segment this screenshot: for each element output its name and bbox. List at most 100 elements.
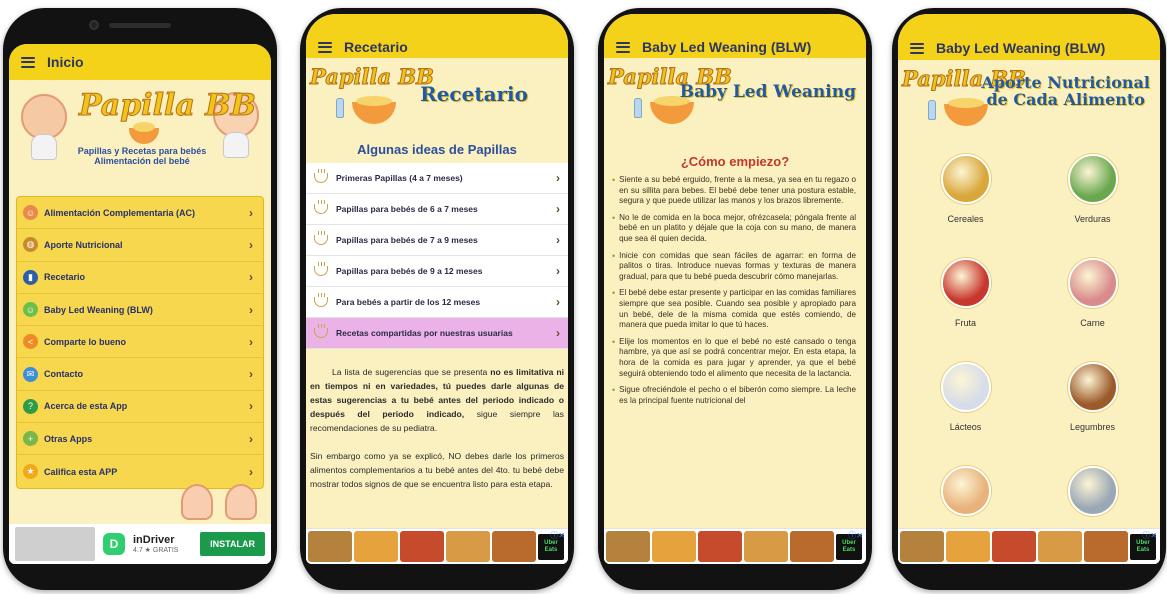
install-button[interactable]: INSTALAR (200, 532, 265, 556)
food-category-label: Carne (1080, 318, 1105, 328)
logo-banner: Papilla BB Recetario (306, 58, 568, 138)
page-title: Recetario (344, 39, 408, 55)
bowl-icon (314, 200, 328, 214)
menu-icon[interactable] (616, 41, 630, 53)
logo-banner: Papilla BB Baby Led Weaning (604, 58, 866, 140)
ad-close-icon[interactable]: ⓘ✕ (848, 530, 863, 541)
bullet-icon: • (612, 175, 616, 185)
recipe-category-item[interactable]: Papillas para bebés de 9 a 12 meses › (306, 256, 568, 287)
ad-app-name: inDriver (133, 534, 175, 546)
chevron-right-icon: › (556, 295, 560, 309)
bullet-icon: • (612, 288, 616, 299)
app-bar: Baby Led Weaning (BLW) (604, 36, 866, 58)
recipe-list: Primeras Papillas (4 a 7 meses) › Papillas… (306, 163, 568, 349)
ad-banner[interactable]: Uber Eats ⓘ✕ (898, 528, 1160, 564)
chevron-right-icon: › (249, 237, 253, 252)
food-category-label: Legumbres (1069, 422, 1116, 432)
speaker-grille (109, 23, 171, 28)
bottle-image (634, 98, 642, 118)
menu-item[interactable]: ☺ Alimentación Complementaria (AC) › (17, 197, 263, 230)
menu-item[interactable]: ◍ Aporte Nutricional › (17, 229, 263, 262)
menu-item-label: Acerca de esta App (44, 401, 128, 412)
bullet-icon: • (612, 212, 616, 223)
recetario-screen: Recetario Papilla BB Recetario Algunas i… (306, 14, 568, 564)
bullet-icon: • (612, 385, 616, 396)
recipe-category-item[interactable]: Recetas compartidas por nuestras usuaria… (306, 318, 568, 349)
fish-icon (1067, 466, 1118, 516)
chevron-right-icon: › (556, 202, 560, 216)
menu-item[interactable]: ★ Califica esta APP › (17, 455, 263, 487)
menu-item[interactable]: ▮ Recetario › (17, 262, 263, 294)
menu-item-label: Contacto (44, 369, 83, 380)
tagline-line-1: Papillas y Recetas para bebés (77, 146, 207, 156)
recipe-category-label: Papillas para bebés de 9 a 12 meses (336, 266, 483, 276)
phone-blw: Baby Led Weaning (BLW) Papilla BB Baby L… (598, 8, 872, 590)
ad-food-images (898, 529, 1130, 564)
help-icon: ? (23, 398, 38, 414)
menu-item[interactable]: ☺ Baby Led Weaning (BLW) › (17, 294, 263, 327)
instruction-text: El bebé debe estar presente y participar… (619, 288, 856, 330)
bowl-icon (314, 169, 328, 183)
ad-banner[interactable]: Uber Eats ⓘ✕ (604, 528, 866, 564)
food-category-item[interactable]: Carne (1029, 258, 1156, 352)
logo-banner: Papilla BB Papillas y Recetas para bebés… (9, 80, 271, 192)
baby-small-left (181, 484, 213, 520)
plus-icon: + (23, 431, 38, 447)
food-category-item[interactable]: Fruta (902, 258, 1029, 352)
chevron-right-icon: › (249, 334, 253, 349)
menu-item[interactable]: ? Acerca de esta App › (17, 391, 263, 424)
instruction-text: No le de comida en la boca mejor, ofrézc… (619, 212, 856, 243)
banner-title-line-1: Aporte Nutricional (981, 73, 1150, 92)
ad-banner[interactable]: Uber Eats ⓘ✕ (306, 528, 568, 564)
ad-close-icon[interactable]: ⓘ✕ (1142, 530, 1157, 541)
recipe-category-label: Primeras Papillas (4 a 7 meses) (336, 173, 463, 183)
food-category-item[interactable]: Cereales (902, 154, 1029, 248)
share-icon: < (23, 334, 38, 350)
instructions-list: • Siente a su bebé erguido, frente a la m… (604, 175, 866, 406)
recipe-category-label: Para bebés a partir de los 12 meses (336, 297, 481, 307)
nutrition-bowl-icon: ◍ (23, 237, 38, 253)
legumes-icon (1067, 362, 1118, 412)
instruction-bullet: • No le de comida en la boca mejor, ofréz… (612, 213, 856, 245)
meat-icon (1067, 258, 1118, 308)
recipe-category-item[interactable]: Primeras Papillas (4 a 7 meses) › (306, 163, 568, 194)
recipe-category-item[interactable]: Papillas para bebés de 7 a 9 meses › (306, 225, 568, 256)
bullet-icon: • (612, 250, 616, 261)
indriver-logo-icon: D (103, 533, 125, 555)
phone-home: Inicio Papilla BB Papillas y Recetas par… (3, 8, 277, 590)
menu-item[interactable]: < Comparte lo bueno › (17, 326, 263, 359)
food-category-label: Cereales (947, 214, 984, 224)
baby-food-icon: ☺ (23, 205, 38, 221)
chevron-right-icon: › (249, 270, 253, 285)
chevron-right-icon: › (556, 326, 560, 340)
recipe-category-item[interactable]: Para bebés a partir de los 12 meses › (306, 287, 568, 318)
eggs-icon (940, 466, 991, 516)
food-category-item[interactable]: Legumbres (1029, 362, 1156, 456)
baby-left-image (21, 94, 67, 160)
food-category-item[interactable]: Verduras (1029, 154, 1156, 248)
food-category-label: Fruta (954, 318, 976, 328)
phone-recetario: Recetario Papilla BB Recetario Algunas i… (300, 8, 574, 590)
food-category-item[interactable]: Lácteos (902, 362, 1029, 456)
menu-icon[interactable] (318, 41, 332, 53)
section-heading: ¿Cómo empiezo? (680, 154, 790, 169)
cereal-icon (940, 154, 991, 204)
instruction-text: Siente a su bebé erguido, frente a la me… (619, 175, 856, 206)
food-category-grid: Cereales Verduras Fruta Carne Lácteos Legumbr… (898, 154, 1160, 560)
app-bar: Inicio (9, 44, 271, 80)
instruction-bullet: • Inicie con comidas que sean fáciles de … (612, 251, 856, 283)
menu-item-label: Baby Led Weaning (BLW) (44, 304, 153, 315)
book-icon: ▮ (23, 269, 38, 285)
menu-icon[interactable] (21, 56, 35, 68)
recipe-category-label: Papillas para bebés de 6 a 7 meses (336, 204, 478, 214)
menu-item-label: Califica esta APP (44, 466, 118, 477)
ad-banner[interactable]: D inDriver 4.7 ★ GRATIS INSTALAR (9, 524, 271, 564)
menu-item[interactable]: + Otras Apps › (17, 423, 263, 456)
ad-close-icon[interactable]: ⓘ✕ (550, 530, 565, 541)
bowl-icon (314, 324, 328, 338)
menu-icon[interactable] (910, 42, 924, 54)
menu-item[interactable]: ✉ Contacto › (17, 358, 263, 391)
instruction-text: Inicie con comidas que sean fáciles de a… (619, 250, 856, 281)
recipe-category-item[interactable]: Papillas para bebés de 6 a 7 meses › (306, 194, 568, 225)
baby-small-right (225, 484, 257, 520)
